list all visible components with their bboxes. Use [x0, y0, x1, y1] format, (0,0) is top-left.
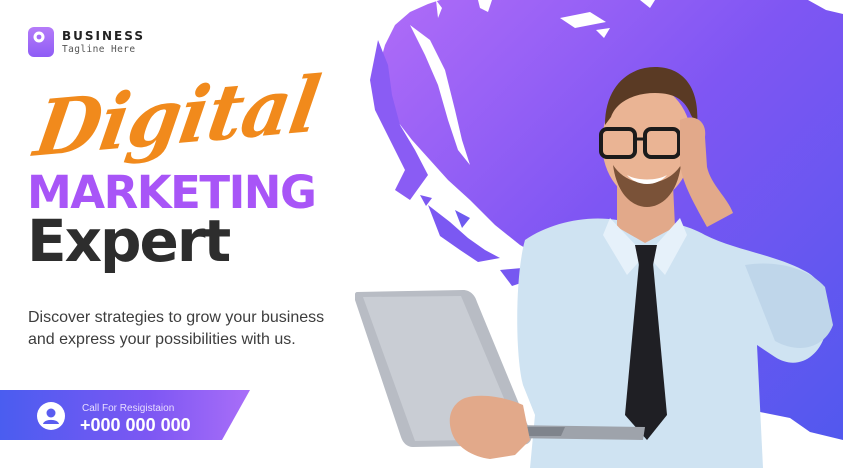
- description-line-1: Discover strategies to grow your busines…: [28, 309, 325, 326]
- headline-expert: Expert: [27, 207, 231, 275]
- brand-logo-icon: [28, 27, 54, 57]
- description-line-2: and express your possibilities with us.: [28, 331, 296, 348]
- call-label: Call For Resigistaion: [82, 403, 175, 414]
- businessman-with-laptop: [355, 67, 833, 468]
- brand-logo[interactable]: BUSINESS Tagline Here: [28, 27, 145, 57]
- call-banner[interactable]: Call For Resigistaion +000 000 000: [0, 390, 250, 440]
- brand-name: BUSINESS: [62, 28, 145, 43]
- phone-number[interactable]: +000 000 000: [80, 415, 191, 436]
- description: Discover strategies to grow your busines…: [28, 307, 368, 351]
- brand-tagline: Tagline Here: [62, 43, 136, 55]
- flyer-canvas: BUSINESS Tagline Here Digital MARKETING …: [0, 0, 843, 468]
- user-icon: [37, 402, 65, 430]
